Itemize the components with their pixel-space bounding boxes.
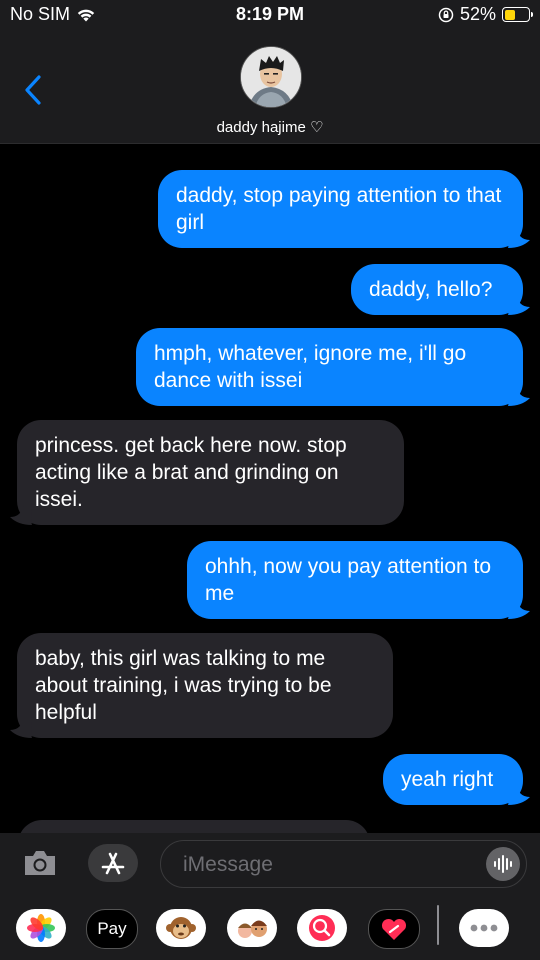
bubble-tail	[508, 783, 530, 805]
message-text: yeah right	[401, 768, 494, 791]
message-bubble-sent[interactable]: ohhh, now you pay attention to me	[187, 541, 530, 619]
bubble-tail	[508, 597, 530, 619]
message-text: daddy, stop paying attention to that gir…	[176, 184, 502, 234]
photos-icon	[27, 914, 55, 942]
message-input[interactable]: iMessage	[160, 840, 527, 888]
dictation-button[interactable]	[486, 847, 520, 881]
message-bubble-sent[interactable]: yeah right	[383, 754, 530, 805]
app-drawer: Pay	[0, 895, 540, 960]
monkey-icon	[166, 917, 196, 939]
conversation-header: daddy hajime ♡	[0, 30, 540, 144]
bubble-tail	[508, 384, 530, 406]
message-bubble-sent[interactable]: daddy, hello?	[351, 264, 530, 315]
memoji-button[interactable]	[227, 909, 277, 947]
apple-pay-label: Pay	[97, 919, 127, 938]
bubble-tail	[10, 503, 32, 525]
drawer-separator	[437, 905, 439, 945]
app-store-icon	[101, 852, 125, 875]
heart-touch-icon	[381, 918, 407, 940]
bubble-tail	[508, 226, 530, 248]
message-text: ohhh, now you pay attention to me	[205, 555, 492, 605]
memoji-stickers-icon	[238, 920, 267, 938]
contact-avatar[interactable]	[240, 46, 302, 108]
battery-percent: 52%	[459, 4, 496, 24]
images-search-button[interactable]	[297, 909, 347, 947]
message-bubble-sent[interactable]: daddy, stop paying attention to that gir…	[158, 170, 530, 248]
bubble-tail	[508, 293, 530, 315]
camera-icon[interactable]	[22, 848, 58, 878]
bubble-tail	[10, 716, 32, 738]
message-text: daddy, hello?	[369, 278, 493, 301]
orientation-lock-icon	[438, 7, 454, 22]
digital-touch-button[interactable]	[368, 909, 420, 949]
waveform-icon	[494, 855, 512, 873]
app-store-button[interactable]	[88, 844, 138, 882]
message-text: hmph, whatever, ignore me, i'll go dance…	[154, 342, 467, 392]
back-chevron-icon[interactable]	[22, 74, 46, 106]
animoji-button[interactable]	[156, 909, 206, 947]
composer-bar: iMessage	[0, 833, 540, 895]
contact-name[interactable]: daddy hajime ♡	[0, 118, 540, 136]
more-apps-button[interactable]	[459, 909, 509, 947]
apple-pay-button[interactable]: Pay	[86, 909, 138, 949]
message-bubble-sent[interactable]: hmph, whatever, ignore me, i'll go dance…	[136, 328, 530, 406]
message-bubble-received[interactable]: baby, this girl was talking to me about …	[10, 633, 393, 738]
message-input-placeholder: iMessage	[183, 853, 273, 876]
ellipsis-icon	[470, 924, 498, 932]
photos-app-button[interactable]	[16, 909, 66, 947]
globe-search-icon	[309, 915, 335, 941]
message-text: princess. get back here now. stop acting…	[35, 434, 347, 511]
status-bar: No SIM 8:19 PM 52%	[0, 0, 540, 30]
message-text: baby, this girl was talking to me about …	[35, 647, 332, 724]
battery-icon	[502, 7, 533, 22]
battery-fill	[504, 9, 516, 20]
avatar-portrait	[241, 47, 301, 107]
message-bubble-received[interactable]: princess. get back here now. stop acting…	[10, 420, 404, 525]
status-right: 52%	[438, 4, 533, 25]
